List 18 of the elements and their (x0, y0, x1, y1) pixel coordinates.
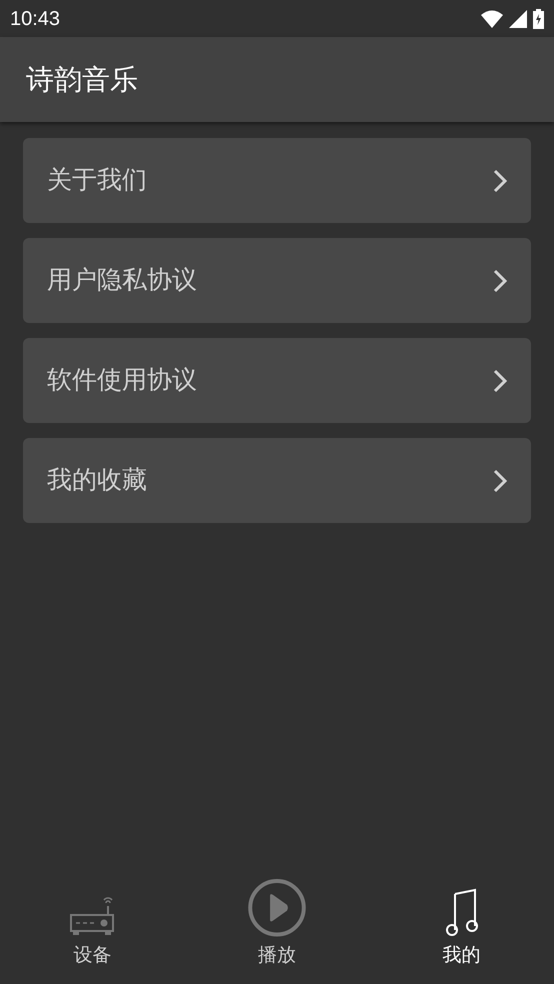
nav-tab[interactable]: 设备 (0, 878, 185, 970)
chevron-right-icon (493, 468, 507, 492)
chevron-right-icon (493, 168, 507, 192)
nav-tab[interactable]: 我的 (369, 878, 554, 970)
battery-icon (533, 8, 544, 28)
wifi-icon (481, 10, 503, 28)
menu-item[interactable]: 软件使用协议 (23, 338, 531, 423)
chevron-right-icon (493, 368, 507, 392)
menu-item[interactable]: 关于我们 (23, 138, 531, 223)
nav-tab[interactable]: 播放 (184, 878, 370, 970)
music-note-icon (444, 888, 479, 938)
app-title: 诗韵音乐 (26, 62, 138, 96)
status-time: 10:43 (10, 6, 60, 32)
menu-item[interactable]: 用户隐私协议 (23, 238, 531, 323)
signal-icon (509, 10, 527, 28)
play-icon (247, 878, 307, 938)
chevron-right-icon (493, 268, 507, 292)
menu-item[interactable]: 我的收藏 (23, 438, 531, 523)
